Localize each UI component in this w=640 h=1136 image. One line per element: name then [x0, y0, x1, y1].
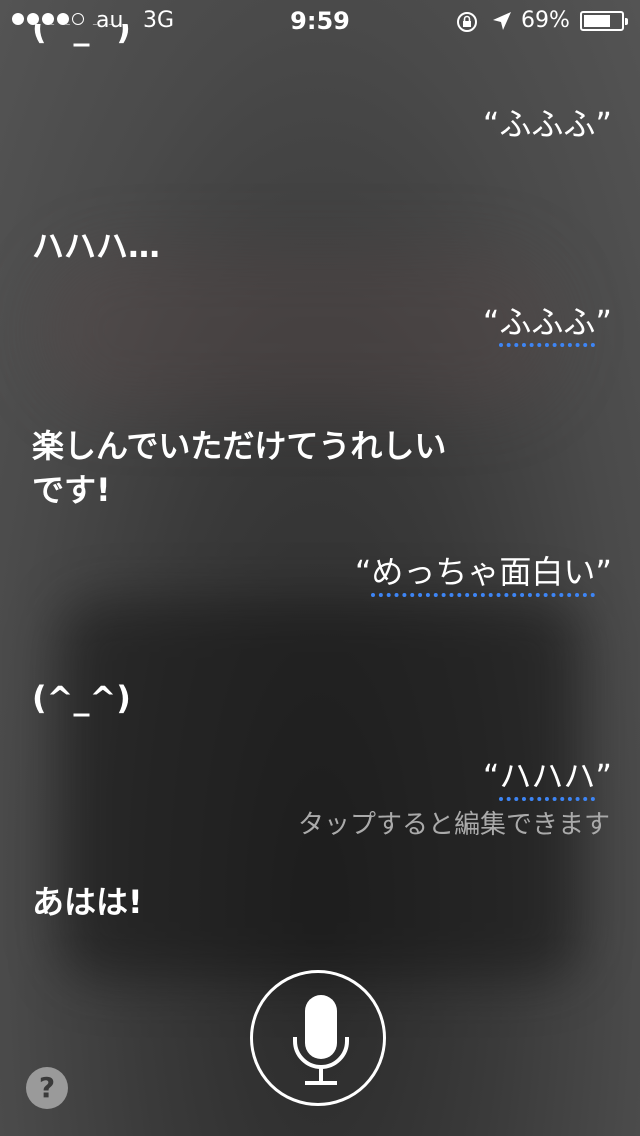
siri-response-partial: (^_^) [32, 24, 131, 47]
user-utterance[interactable]: “ふふふ” [483, 104, 612, 144]
user-utterance[interactable]: “めっちゃ面白い” [355, 552, 612, 597]
siri-response: 楽しんでいただけてうれしい です! [32, 427, 447, 509]
battery-percentage: 69% [521, 8, 570, 33]
siri-response: ハハハ… [32, 227, 161, 265]
microphone-button[interactable] [250, 970, 386, 1106]
tap-to-edit-hint[interactable]: タップすると編集できます [298, 804, 610, 841]
battery-icon [580, 11, 628, 31]
transcribed-text[interactable]: ふふふ [499, 303, 596, 347]
rotation-lock-icon [457, 12, 477, 32]
siri-response: あはは! [32, 883, 143, 921]
location-arrow-icon [493, 12, 511, 30]
help-button[interactable]: ? [26, 1067, 68, 1109]
user-utterance[interactable]: “ハハハ” [483, 756, 612, 801]
transcribed-text[interactable]: ハハハ [499, 757, 596, 801]
transcribed-text[interactable]: めっちゃ面白い [371, 553, 596, 597]
siri-response: (^_^) [32, 679, 131, 717]
microphone-icon [293, 995, 349, 1085]
user-utterance[interactable]: “ふふふ” [483, 302, 612, 347]
